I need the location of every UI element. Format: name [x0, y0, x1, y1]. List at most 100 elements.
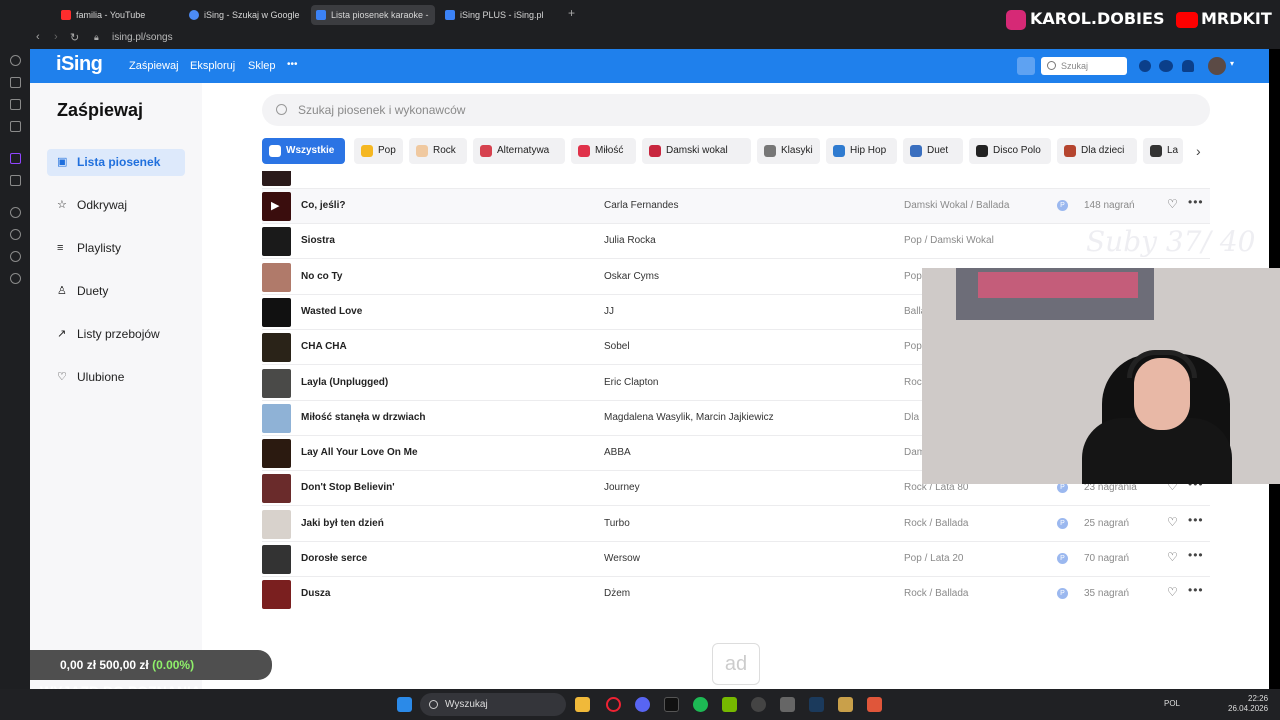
song-artist[interactable]: Wersow — [604, 553, 640, 564]
windows-start-icon[interactable] — [397, 697, 412, 712]
heart-icon[interactable]: ♡ — [1167, 515, 1178, 529]
nav-eksploruj[interactable]: Eksploruj — [190, 60, 235, 72]
more-options-icon[interactable]: ••• — [1188, 583, 1204, 597]
heart-icon[interactable]: ♡ — [1167, 585, 1178, 599]
bag-icon[interactable] — [10, 77, 21, 88]
sidebar-item-list[interactable]: ▣ Lista piosenek — [47, 149, 185, 176]
song-thumbnail[interactable] — [262, 262, 291, 292]
avatar[interactable] — [1208, 57, 1226, 75]
song-title[interactable]: CHA CHA — [301, 341, 347, 352]
category-chip[interactable]: Miłość — [571, 138, 636, 164]
table-row[interactable] — [262, 171, 1210, 189]
sidebar-item-trend[interactable]: ↗ Listy przebojów — [47, 321, 185, 348]
song-title[interactable]: Siostra — [301, 235, 335, 246]
song-thumbnail[interactable] — [262, 333, 291, 363]
url-text[interactable]: ising.pl/songs — [112, 32, 173, 43]
taskbar-search[interactable]: Wyszukaj — [420, 693, 566, 716]
chevron-down-icon[interactable]: ▾ — [1230, 59, 1234, 68]
song-artist[interactable]: Dżem — [604, 588, 630, 599]
play-icon[interactable]: ▶ — [271, 199, 279, 212]
tab-google[interactable]: iSing - Szukaj w Google — [184, 5, 308, 25]
song-title[interactable]: Don't Stop Believin' — [301, 482, 395, 493]
discord-icon[interactable] — [635, 697, 650, 712]
table-row[interactable]: ▶ Co, jeśli? Carla Fernandes Damski Wokal /… — [262, 189, 1210, 224]
capcut-icon[interactable] — [664, 697, 679, 712]
song-thumbnail[interactable] — [262, 403, 291, 433]
song-artist[interactable]: Sobel — [604, 341, 630, 352]
song-title[interactable]: Dorosłe serce — [301, 553, 367, 564]
more-options-icon[interactable]: ••• — [1188, 513, 1204, 527]
song-title[interactable]: Layla (Unplugged) — [301, 377, 388, 388]
song-artist[interactable]: Julia Rocka — [604, 235, 656, 246]
more-options-icon[interactable]: ••• — [1188, 548, 1204, 562]
opera-icon[interactable] — [606, 697, 621, 712]
category-chip[interactable]: Dla dzieci — [1057, 138, 1137, 164]
upload-icon[interactable] — [1017, 57, 1035, 75]
table-row[interactable]: Dorosłe serce Wersow Pop / Lata 20 P 70 nagr… — [262, 542, 1210, 577]
song-title[interactable]: Jaki był ten dzień — [301, 518, 384, 529]
clock[interactable]: 22:26 26.04.2026 — [1228, 694, 1268, 714]
category-chip[interactable]: Alternatywa — [473, 138, 565, 164]
category-chip[interactable]: Klasyki — [757, 138, 820, 164]
clock-icon[interactable] — [10, 229, 21, 240]
bell-icon[interactable] — [1182, 60, 1194, 72]
sidebar-item-star[interactable]: ☆ Odkrywaj — [47, 192, 185, 219]
sidebar-item-duet[interactable]: ♙ Duety — [47, 278, 185, 305]
song-thumbnail[interactable] — [262, 368, 291, 398]
more-nav-icon[interactable]: ••• — [287, 59, 298, 70]
song-title[interactable]: Wasted Love — [301, 306, 362, 317]
category-chip[interactable]: La — [1143, 138, 1183, 164]
x-icon[interactable] — [10, 175, 21, 186]
more-options-icon[interactable]: ••• — [1188, 195, 1204, 209]
song-thumbnail[interactable] — [262, 439, 291, 469]
song-thumbnail[interactable]: ▶ — [262, 192, 291, 221]
player-icon[interactable] — [10, 207, 21, 218]
file-explorer-icon[interactable] — [575, 697, 590, 712]
nav-zaspiewaj[interactable]: Zaśpiewaj — [129, 60, 179, 72]
song-search-input[interactable]: Szukaj piosenek i wykonawców — [262, 94, 1210, 126]
song-thumbnail[interactable] — [262, 227, 291, 257]
app-icon[interactable] — [838, 697, 853, 712]
tab-song-list[interactable]: Lista piosenek karaoke - — [311, 5, 435, 25]
song-thumbnail[interactable] — [262, 580, 291, 610]
history-icon[interactable] — [10, 55, 21, 66]
mail-icon[interactable] — [10, 121, 21, 132]
brave-icon[interactable] — [867, 697, 882, 712]
sidebar-item-playlist[interactable]: ≡ Playlisty — [47, 235, 185, 262]
back-icon[interactable]: ‹ — [36, 31, 40, 43]
song-thumbnail[interactable] — [262, 474, 291, 504]
table-row[interactable]: Siostra Julia Rocka Pop / Damski Wokal — [262, 224, 1210, 260]
song-title[interactable]: Miłość stanęła w drzwiach — [301, 412, 425, 423]
language-indicator[interactable]: POL — [1164, 699, 1180, 708]
table-row[interactable]: Dusza Dżem Rock / Ballada P 35 nagrań ♡ ••• — [262, 577, 1210, 611]
image-icon[interactable] — [10, 99, 21, 110]
category-chip[interactable]: Damski wokal — [642, 138, 751, 164]
forward-icon[interactable]: › — [54, 31, 58, 43]
heart-icon[interactable]: ♡ — [1167, 550, 1178, 564]
song-artist[interactable]: Turbo — [604, 518, 630, 529]
song-artist[interactable]: Carla Fernandes — [604, 200, 678, 211]
song-title[interactable]: Co, jeśli? — [301, 200, 345, 211]
twitch-icon[interactable] — [10, 153, 21, 164]
reload-icon[interactable]: ↻ — [70, 31, 79, 44]
song-artist[interactable]: Journey — [604, 482, 640, 493]
settings-icon[interactable] — [10, 273, 21, 284]
cube-icon[interactable] — [10, 251, 21, 262]
eye-icon[interactable] — [1159, 60, 1173, 72]
tab-youtube[interactable]: familia - YouTube — [56, 5, 180, 25]
song-artist[interactable]: JJ — [604, 306, 614, 317]
song-thumbnail[interactable] — [262, 545, 291, 574]
category-chip[interactable]: Rock — [409, 138, 467, 164]
chevron-right-icon[interactable]: › — [1196, 143, 1201, 159]
table-row[interactable]: Jaki był ten dzień Turbo Rock / Ballada P 25… — [262, 507, 1210, 542]
heart-icon[interactable]: ♡ — [1167, 197, 1178, 211]
song-artist[interactable]: Magdalena Wasylik, Marcin Jajkiewicz — [604, 412, 774, 423]
song-title[interactable]: No co Ty — [301, 271, 342, 282]
song-artist[interactable]: Eric Clapton — [604, 377, 658, 388]
nav-sklep[interactable]: Sklep — [248, 60, 276, 72]
song-title[interactable]: Lay All Your Love On Me — [301, 447, 418, 458]
nvidia-icon[interactable] — [722, 697, 737, 712]
tab-ising-plus[interactable]: iSing PLUS - iSing.pl — [440, 5, 564, 25]
header-search-input[interactable]: Szukaj — [1041, 57, 1127, 75]
category-chip[interactable]: Duet — [903, 138, 963, 164]
